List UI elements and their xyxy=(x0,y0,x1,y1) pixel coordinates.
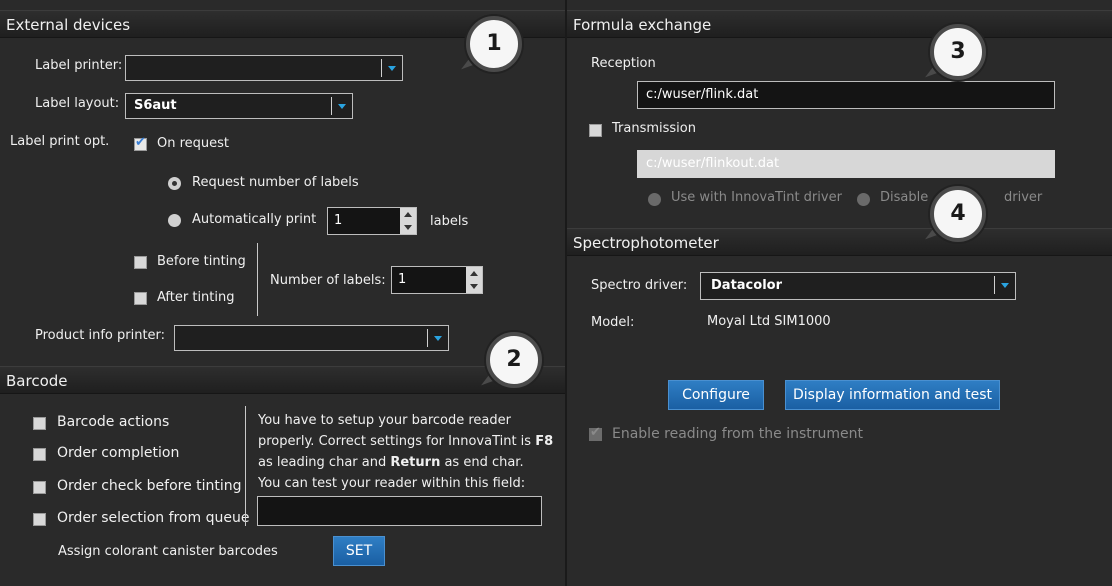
label-layout-label: Label layout: xyxy=(35,96,120,111)
on-request-checkbox[interactable] xyxy=(134,135,147,151)
spectro-driver-label: Spectro driver: xyxy=(591,278,688,293)
after-tinting-checkbox[interactable] xyxy=(134,292,147,305)
transmission-label: Transmission xyxy=(612,121,696,136)
label-print-opt-label: Label print opt. xyxy=(10,134,110,149)
reception-label: Reception xyxy=(591,56,656,71)
barcode-panel: Barcode Barcode actions Order completion… xyxy=(0,366,565,586)
auto-print-radio[interactable] xyxy=(168,214,181,227)
barcode-help-text: You have to setup your barcode reader pr… xyxy=(258,413,554,491)
formula-exchange-panel: Formula exchange Reception c:/wuser/flin… xyxy=(567,0,1112,218)
transmission-checkbox[interactable] xyxy=(589,124,602,137)
model-label: Model: xyxy=(591,315,635,330)
label-layout-select[interactable]: S6aut xyxy=(125,93,353,119)
divider xyxy=(245,406,246,526)
product-info-printer-label: Product info printer: xyxy=(35,328,166,343)
order-completion-checkbox[interactable] xyxy=(33,448,46,461)
label-printer-label: Label printer: xyxy=(35,58,123,73)
spectro-driver-select[interactable]: Datacolor xyxy=(700,272,1016,300)
labels-suffix: labels xyxy=(430,214,469,229)
arrow-up-icon xyxy=(404,212,412,217)
arrow-up-icon xyxy=(470,271,478,276)
enable-reading-checkbox[interactable] xyxy=(589,425,602,441)
chevron-down-icon xyxy=(338,104,346,109)
model-value: Moyal Ltd SIM1000 xyxy=(707,314,831,329)
order-completion-label: Order completion xyxy=(57,445,180,461)
callout-badge-4: 4 xyxy=(920,186,986,250)
display-info-test-button[interactable]: Display information and test xyxy=(785,380,1000,410)
before-tinting-label: Before tinting xyxy=(157,254,246,269)
order-check-checkbox[interactable] xyxy=(33,481,46,494)
auto-print-label: Automatically print xyxy=(192,212,317,227)
label-printer-select[interactable] xyxy=(125,55,403,81)
barcode-test-input[interactable] xyxy=(257,496,542,526)
arrow-down-icon xyxy=(470,284,478,289)
before-tinting-checkbox[interactable] xyxy=(134,256,147,269)
assign-barcodes-label: Assign colorant canister barcodes xyxy=(58,544,278,559)
callout-badge-3: 3 xyxy=(920,24,986,88)
barcode-actions-checkbox[interactable] xyxy=(33,417,46,430)
use-with-driver-radio[interactable] xyxy=(648,193,661,206)
disable-driver-radio[interactable] xyxy=(857,193,870,206)
reception-input[interactable]: c:/wuser/flink.dat xyxy=(637,81,1055,109)
set-button[interactable]: SET xyxy=(333,536,385,566)
chevron-down-icon xyxy=(1001,283,1009,288)
auto-print-stepper[interactable]: 1 xyxy=(327,207,417,235)
disable-driver-label-b: driver xyxy=(1004,190,1043,205)
number-of-labels-label: Number of labels: xyxy=(270,273,386,288)
spectrophotometer-header: Spectrophotometer xyxy=(567,228,1112,256)
spectrophotometer-panel: Spectrophotometer Spectro driver: Dataco… xyxy=(567,218,1112,586)
order-selection-checkbox[interactable] xyxy=(33,513,46,526)
divider xyxy=(257,243,258,316)
enable-reading-label: Enable reading from the instrument xyxy=(612,426,864,442)
product-info-printer-select[interactable] xyxy=(174,325,449,351)
use-with-driver-label: Use with InnovaTint driver xyxy=(671,190,842,205)
transmission-input[interactable]: c:/wuser/flinkout.dat xyxy=(637,150,1055,178)
callout-badge-1: 1 xyxy=(456,16,522,80)
arrow-down-icon xyxy=(404,225,412,230)
chevron-down-icon xyxy=(434,336,442,341)
on-request-label: On request xyxy=(157,136,230,151)
request-number-radio[interactable] xyxy=(168,177,181,190)
order-check-label: Order check before tinting xyxy=(57,478,242,494)
barcode-actions-label: Barcode actions xyxy=(57,414,170,430)
number-of-labels-stepper[interactable]: 1 xyxy=(391,266,483,294)
formula-exchange-header: Formula exchange xyxy=(567,10,1112,38)
configure-button[interactable]: Configure xyxy=(668,380,764,410)
chevron-down-icon xyxy=(388,66,396,71)
callout-badge-2: 2 xyxy=(476,332,542,396)
disable-driver-label-a: Disable xyxy=(880,190,929,205)
after-tinting-label: After tinting xyxy=(157,290,235,305)
request-number-label: Request number of labels xyxy=(192,175,359,190)
order-selection-label: Order selection from queue xyxy=(57,510,250,526)
